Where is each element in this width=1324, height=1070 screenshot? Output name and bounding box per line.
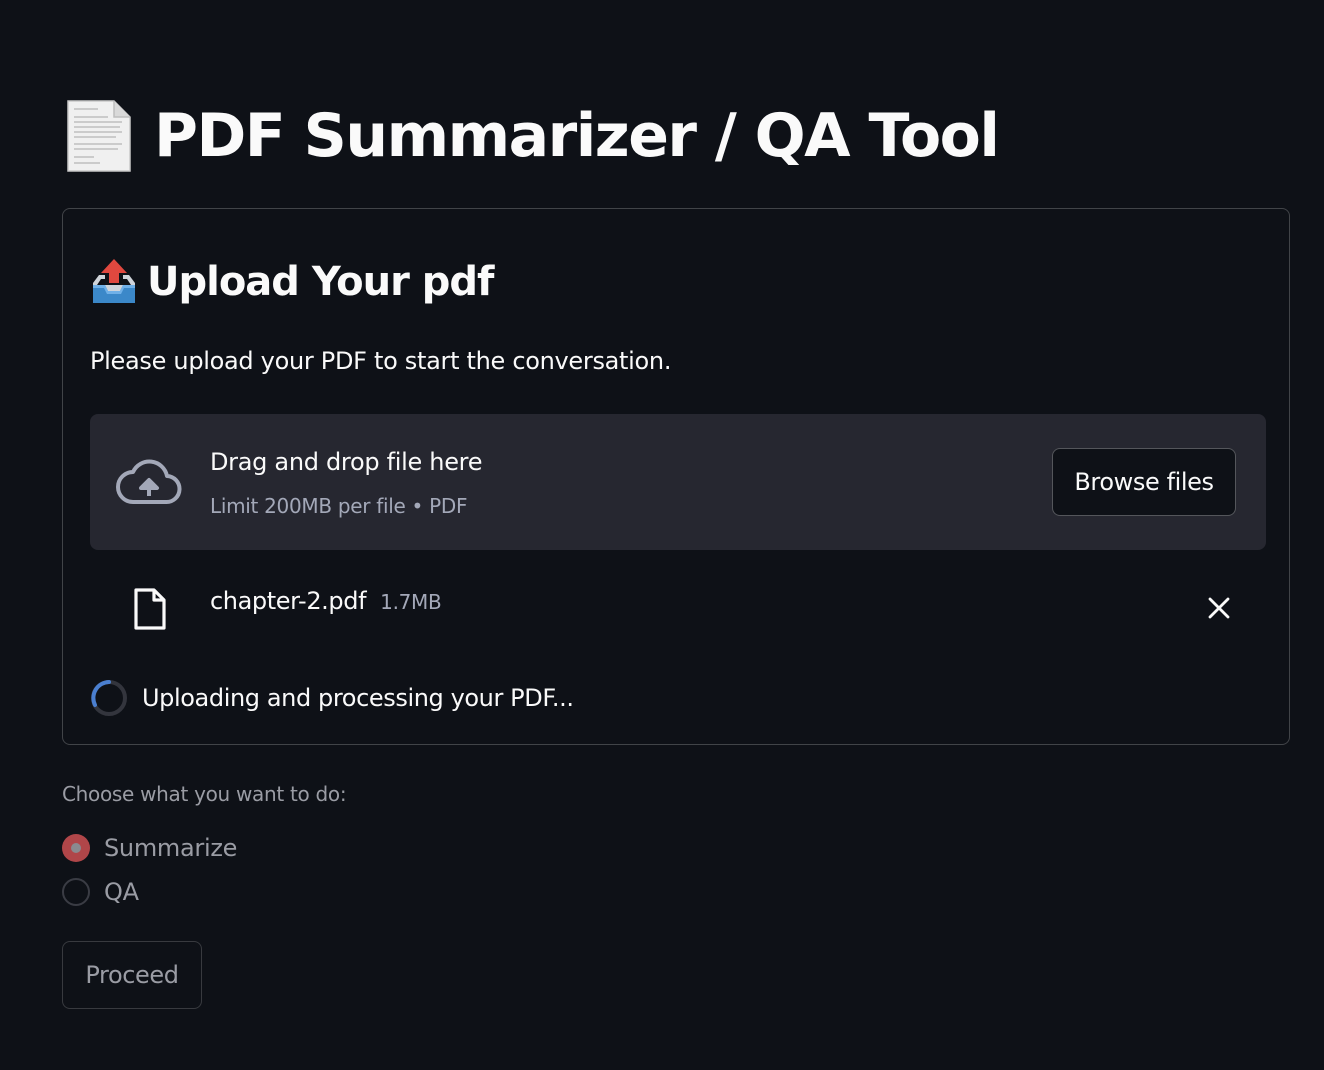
file-size: 1.7MB: [380, 590, 442, 614]
radio-unchecked-indicator: [62, 878, 90, 906]
file-icon: [134, 588, 166, 630]
uploaded-file-row: chapter-2.pdf 1.7MB: [90, 569, 1266, 639]
file-name: chapter-2.pdf: [210, 587, 367, 615]
upload-heading: Upload Your pdf: [147, 259, 494, 305]
dropzone-text: Drag and drop file here: [210, 448, 483, 476]
dropzone-limit: Limit 200MB per file • PDF: [210, 494, 468, 518]
radio-checked-indicator: [62, 834, 90, 862]
radio-label-qa: QA: [104, 878, 139, 906]
spinner-icon: [91, 680, 127, 716]
upload-instruction: Please upload your PDF to start the conv…: [90, 347, 672, 375]
app-page: PDF Summarizer / QA Tool Upload Your pdf…: [0, 0, 1324, 1070]
radio-qa[interactable]: QA: [62, 878, 139, 906]
browse-files-button[interactable]: Browse files: [1052, 448, 1236, 516]
radio-summarize[interactable]: Summarize: [62, 834, 237, 862]
upload-heading-row: Upload Your pdf: [89, 257, 494, 307]
page-title-row: PDF Summarizer / QA Tool: [64, 86, 1000, 186]
upload-status: Uploading and processing your PDF...: [90, 679, 574, 717]
options-label: Choose what you want to do:: [62, 782, 347, 806]
cloud-upload-icon: [116, 459, 182, 505]
page-title: PDF Summarizer / QA Tool: [154, 101, 1000, 171]
file-info: chapter-2.pdf 1.7MB: [210, 587, 442, 615]
outbox-tray-emoji: [93, 259, 135, 303]
close-icon[interactable]: [1206, 595, 1232, 621]
status-text: Uploading and processing your PDF...: [142, 684, 574, 712]
page-facing-up-emoji: [67, 100, 131, 172]
upload-card: Upload Your pdf Please upload your PDF t…: [62, 208, 1290, 745]
radio-label-summarize: Summarize: [104, 834, 238, 862]
proceed-button[interactable]: Proceed: [62, 941, 202, 1009]
file-dropzone[interactable]: Drag and drop file here Limit 200MB per …: [90, 414, 1266, 550]
